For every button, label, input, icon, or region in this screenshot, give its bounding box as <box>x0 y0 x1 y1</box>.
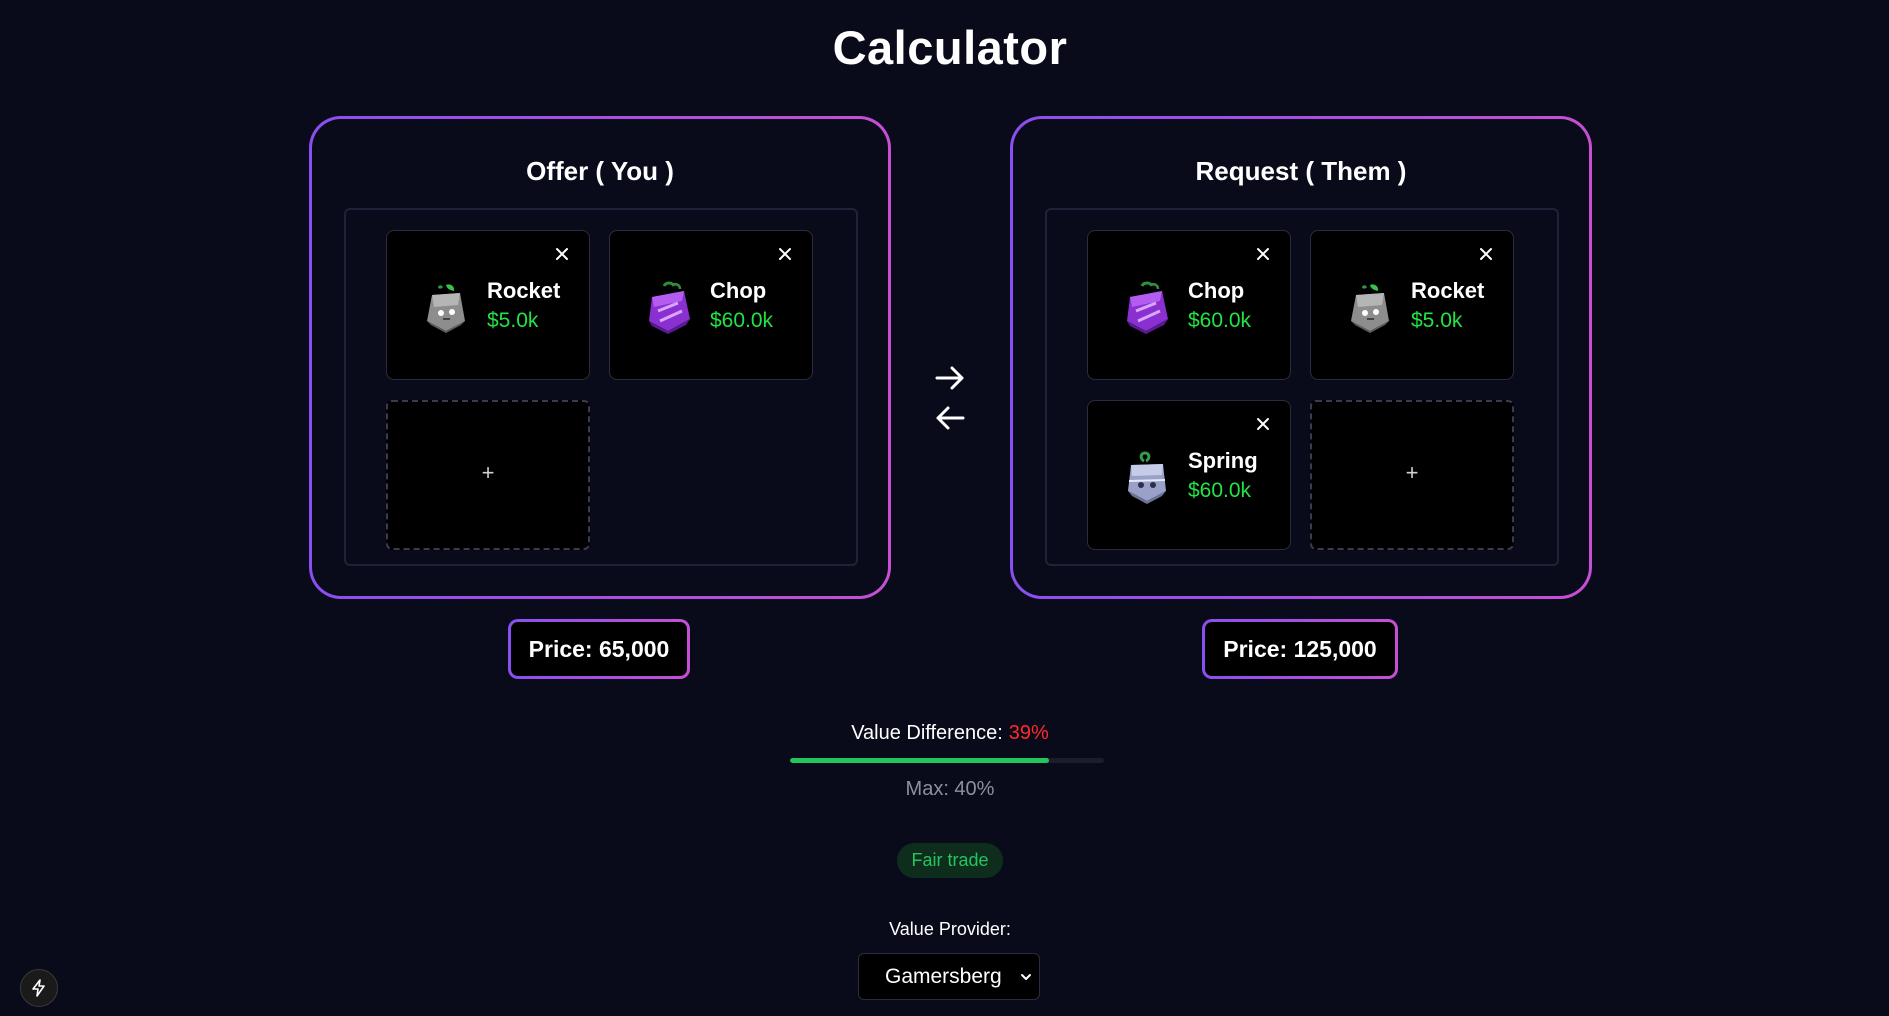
item-price: $60.0k <box>1188 309 1252 332</box>
trade-verdict-badge: Fair trade <box>897 843 1003 878</box>
calculator-page: Calculator Offer ( You ) Rocket $5.0k Ch… <box>0 0 1889 1016</box>
request-price-total: Price: 125,000 <box>1202 619 1398 679</box>
chop-fruit-icon <box>1127 281 1168 334</box>
page-title: Calculator <box>832 21 1068 74</box>
request-heading: Request ( Them ) <box>1195 156 1407 186</box>
chevron-down-icon <box>1021 974 1031 980</box>
close-icon <box>779 248 791 260</box>
request-item-spring[interactable]: Spring $60.0k <box>1087 400 1291 550</box>
rocket-fruit-icon <box>427 284 465 333</box>
value-difference-bar-fill <box>790 758 1050 763</box>
remove-item-button[interactable] <box>1477 245 1495 263</box>
value-difference-bar <box>790 758 1104 763</box>
spring-fruit-icon <box>1128 451 1166 504</box>
request-item-rocket[interactable]: Rocket $5.0k <box>1310 230 1514 380</box>
remove-item-button[interactable] <box>553 245 571 263</box>
value-difference-label: Value Difference: <box>851 722 1003 744</box>
dev-tools-button[interactable] <box>20 969 58 1007</box>
request-panel: Request ( Them ) Chop $60.0k Rocket $5.0… <box>1010 116 1592 599</box>
value-difference-percent: 39% <box>1008 722 1049 744</box>
close-icon <box>556 248 568 260</box>
close-icon <box>1257 418 1269 430</box>
item-price: $60.0k <box>1188 479 1252 502</box>
item-price: $5.0k <box>487 309 539 332</box>
max-difference-label: Max: 40% <box>905 778 995 800</box>
item-price: $5.0k <box>1411 309 1463 332</box>
request-item-chop[interactable]: Chop $60.0k <box>1087 230 1291 380</box>
offer-item-rocket[interactable]: Rocket $5.0k <box>386 230 590 380</box>
offer-items-grid: Rocket $5.0k Chop $60.0k + <box>344 208 858 566</box>
add-item-button[interactable]: + <box>1312 460 1512 486</box>
add-item-slot[interactable]: + <box>386 400 590 550</box>
offer-price-total: Price: 65,000 <box>508 619 690 679</box>
lightning-icon <box>32 979 45 997</box>
item-name: Spring <box>1188 448 1258 473</box>
offer-item-chop[interactable]: Chop $60.0k <box>609 230 813 380</box>
swap-arrows-icon <box>935 366 965 430</box>
value-difference: Value Difference: 39% <box>0 722 1889 745</box>
request-items-grid: Chop $60.0k Rocket $5.0k Spring $60.0k + <box>1045 208 1559 566</box>
item-name: Chop <box>1188 278 1245 303</box>
item-name: Chop <box>710 278 767 303</box>
remove-item-button[interactable] <box>1254 245 1272 263</box>
item-name: Rocket <box>487 278 561 303</box>
value-provider-label: Value Provider: <box>889 919 1011 939</box>
item-name: Rocket <box>1411 278 1485 303</box>
close-icon <box>1257 248 1269 260</box>
add-item-button[interactable]: + <box>388 460 588 486</box>
remove-item-button[interactable] <box>776 245 794 263</box>
value-provider-select[interactable]: Gamersberg <box>858 953 1040 1000</box>
remove-item-button[interactable] <box>1254 415 1272 433</box>
rocket-fruit-icon <box>1351 284 1389 333</box>
item-price: $60.0k <box>710 309 774 332</box>
chop-fruit-icon <box>649 281 690 334</box>
close-icon <box>1480 248 1492 260</box>
value-provider-selected: Gamersberg <box>885 964 1002 988</box>
add-item-slot[interactable]: + <box>1310 400 1514 550</box>
offer-heading: Offer ( You ) <box>526 156 674 186</box>
offer-panel: Offer ( You ) Rocket $5.0k Chop $60.0k + <box>309 116 891 599</box>
